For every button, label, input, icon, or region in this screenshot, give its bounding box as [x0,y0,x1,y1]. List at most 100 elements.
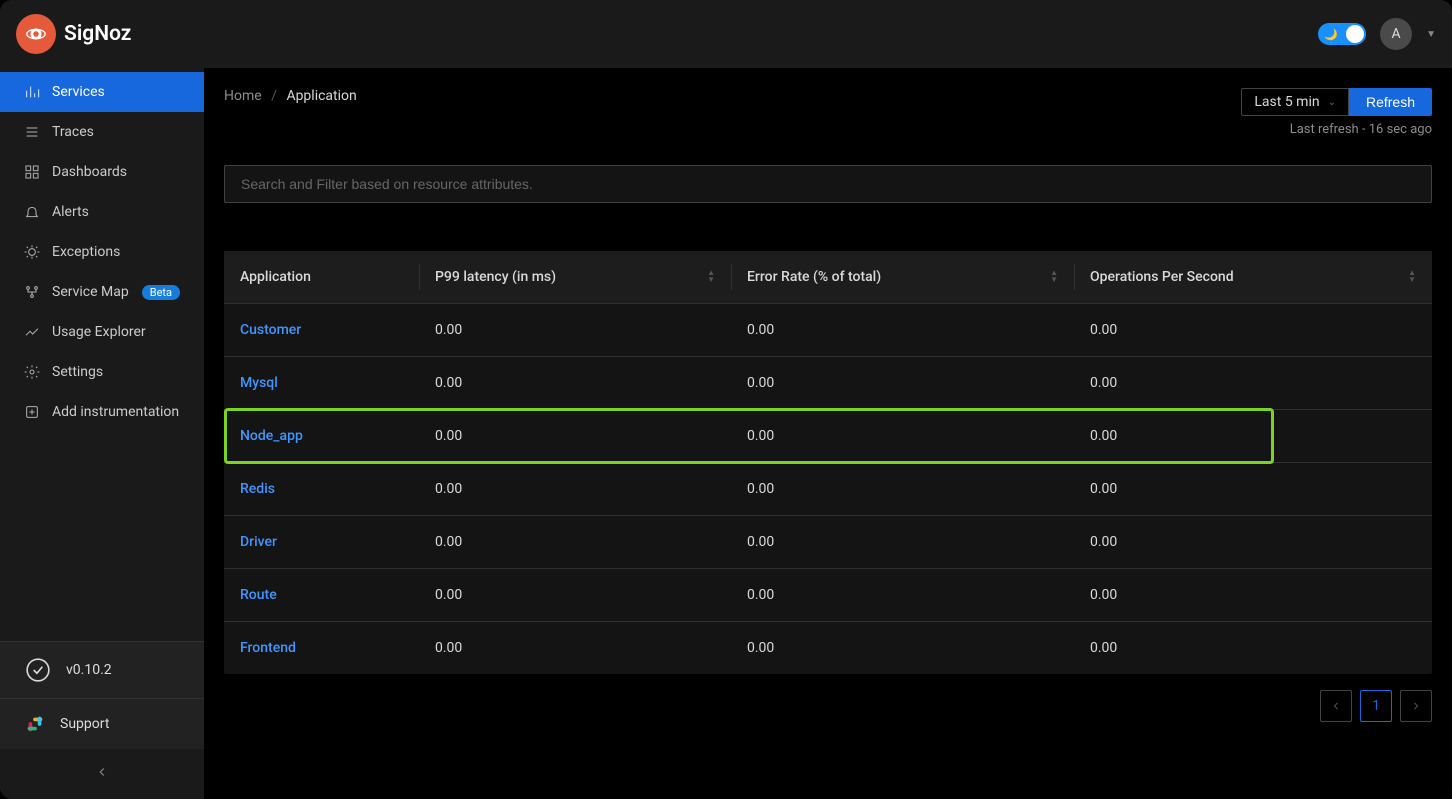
page-next-button[interactable] [1400,690,1432,722]
cell-ops: 0.00 [1074,304,1432,357]
theme-toggle[interactable]: 🌙 [1318,23,1366,45]
avatar[interactable]: A [1380,18,1412,50]
sidebar-item-traces[interactable]: Traces [0,112,204,152]
time-range-select[interactable]: Last 5 min ⌄ [1241,88,1349,116]
check-circle-icon [24,656,52,684]
brand[interactable]: SigNoz [16,14,131,54]
sidebar-item-label: Exceptions [52,244,120,260]
cell-p99: 0.00 [419,410,731,463]
last-refresh-text: Last refresh - 16 sec ago [1290,122,1432,137]
sort-icon[interactable]: ▲▼ [1408,269,1416,283]
api-icon [24,404,40,420]
gear-icon [24,364,40,380]
table-row[interactable]: Mysql 0.00 0.00 0.00 [224,357,1432,410]
cell-p99: 0.00 [419,516,731,569]
cell-error-rate: 0.00 [731,357,1074,410]
deployment-icon [24,284,40,300]
cell-error-rate: 0.00 [731,569,1074,622]
sidebar-item-exceptions[interactable]: Exceptions [0,232,204,272]
sidebar-item-label: Service Map [52,284,129,300]
bar-chart-icon [24,84,40,100]
beta-badge: Beta [142,285,180,300]
sidebar-item-settings[interactable]: Settings [0,352,204,392]
app-link[interactable]: Route [240,587,277,603]
cell-ops: 0.00 [1074,463,1432,516]
search-input[interactable] [224,165,1432,203]
bug-icon [24,244,40,260]
sort-icon[interactable]: ▲▼ [1050,269,1058,283]
cell-p99: 0.00 [419,357,731,410]
app-link[interactable]: Customer [240,322,301,338]
cell-error-rate: 0.00 [731,410,1074,463]
app-link[interactable]: Mysql [240,375,278,391]
breadcrumb-home[interactable]: Home [224,88,262,104]
app-link[interactable]: Driver [240,534,277,550]
col-header-application[interactable]: Application [224,251,419,304]
support-label: Support [60,716,109,732]
breadcrumb: Home / Application [224,88,357,104]
sidebar-item-alerts[interactable]: Alerts [0,192,204,232]
toggle-knob [1346,25,1364,43]
sidebar-item-usage-explorer[interactable]: Usage Explorer [0,312,204,352]
brand-name: SigNoz [64,22,131,46]
dashboard-icon [24,164,40,180]
table-row[interactable]: Frontend 0.00 0.00 0.00 [224,622,1432,675]
cell-error-rate: 0.00 [731,622,1074,675]
app-link[interactable]: Redis [240,481,275,497]
sidebar-item-label: Traces [52,124,94,140]
sidebar: Services Traces Dashboards Alerts Except… [0,68,204,799]
col-header-ops[interactable]: Operations Per Second▲▼ [1074,251,1432,304]
line-chart-icon [24,324,40,340]
breadcrumb-current: Application [286,88,356,104]
cell-p99: 0.00 [419,304,731,357]
avatar-caret-icon[interactable]: ▼ [1426,29,1436,40]
time-range-label: Last 5 min [1254,94,1319,110]
header: SigNoz 🌙 A ▼ [0,0,1452,68]
sidebar-collapse-button[interactable] [0,749,204,799]
cell-error-rate: 0.00 [731,516,1074,569]
cell-ops: 0.00 [1074,410,1432,463]
sidebar-item-label: Usage Explorer [52,324,146,340]
table-row[interactable]: Customer 0.00 0.00 0.00 [224,304,1432,357]
cell-ops: 0.00 [1074,569,1432,622]
cell-ops: 0.00 [1074,357,1432,410]
support-item[interactable]: Support [0,698,204,749]
sidebar-item-add-instrumentation[interactable]: Add instrumentation [0,392,204,432]
table-row[interactable]: Redis 0.00 0.00 0.00 [224,463,1432,516]
applications-table: Application P99 latency (in ms)▲▼ Error … [224,251,1432,674]
sidebar-item-label: Services [52,84,105,100]
version-item[interactable]: v0.10.2 [0,641,204,698]
slack-icon [24,713,46,735]
col-header-p99[interactable]: P99 latency (in ms)▲▼ [419,251,731,304]
table-row[interactable]: Node_app 0.00 0.00 0.00 [224,410,1432,463]
version-label: v0.10.2 [66,662,112,678]
app-link[interactable]: Frontend [240,640,296,656]
chevron-down-icon: ⌄ [1328,97,1336,108]
cell-error-rate: 0.00 [731,304,1074,357]
page-number-button[interactable]: 1 [1360,690,1392,722]
sidebar-item-label: Settings [52,364,103,380]
cell-p99: 0.00 [419,569,731,622]
sort-icon[interactable]: ▲▼ [707,269,715,283]
bell-icon [24,204,40,220]
page-prev-button[interactable] [1320,690,1352,722]
refresh-button[interactable]: Refresh [1349,88,1432,116]
pagination: 1 [224,690,1432,722]
sidebar-item-services[interactable]: Services [0,72,204,112]
logo-icon [16,14,56,54]
sidebar-item-service-map[interactable]: Service Map Beta [0,272,204,312]
sidebar-item-dashboards[interactable]: Dashboards [0,152,204,192]
app-link[interactable]: Node_app [240,428,303,444]
sidebar-item-label: Dashboards [52,164,127,180]
cell-error-rate: 0.00 [731,463,1074,516]
sidebar-item-label: Add instrumentation [52,404,179,420]
cell-p99: 0.00 [419,622,731,675]
cell-ops: 0.00 [1074,516,1432,569]
moon-icon: 🌙 [1324,28,1338,41]
main-content: Home / Application Last 5 min ⌄ Refresh … [204,68,1452,799]
table-row[interactable]: Route 0.00 0.00 0.00 [224,569,1432,622]
table-row[interactable]: Driver 0.00 0.00 0.00 [224,516,1432,569]
avatar-initial: A [1392,26,1401,42]
col-header-error-rate[interactable]: Error Rate (% of total)▲▼ [731,251,1074,304]
cell-ops: 0.00 [1074,622,1432,675]
